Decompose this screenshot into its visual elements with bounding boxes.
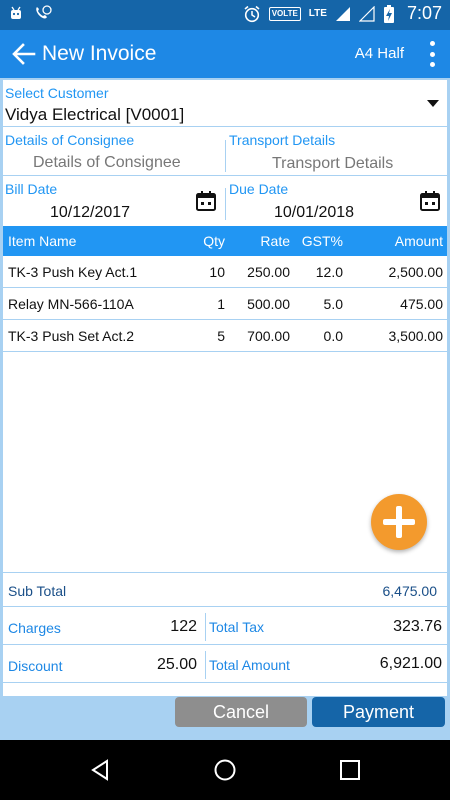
item-amount: 475.00 [400, 296, 443, 312]
total-tax-value: 323.76 [393, 618, 442, 635]
calendar-icon[interactable] [195, 190, 217, 212]
item-name: TK-3 Push Key Act.1 [8, 264, 138, 280]
table-row[interactable]: Relay MN-566-110A 1 500.00 5.0 475.00 [3, 289, 447, 320]
bill-date-value[interactable]: 10/12/2017 [50, 204, 130, 222]
nav-recents-icon[interactable] [338, 758, 362, 782]
transport-input[interactable]: Transport Details [272, 155, 393, 173]
nav-back-icon[interactable] [88, 758, 112, 782]
alarm-icon [244, 5, 260, 22]
item-amount: 3,500.00 [388, 328, 444, 344]
charges-label: Charges [8, 620, 61, 636]
table-row[interactable]: TK-3 Push Set Act.2 5 700.00 0.0 3,500.0… [3, 321, 447, 352]
item-qty: 10 [209, 264, 225, 280]
print-layout-button[interactable]: A4 Half [355, 45, 404, 62]
consignee-label: Details of Consignee [5, 132, 135, 148]
subtotal-label: Sub Total [8, 583, 67, 599]
discount-label: Discount [8, 658, 63, 674]
item-amount: 2,500.00 [388, 264, 444, 280]
invoice-form: Select Customer Vidya Electrical [V0001]… [3, 80, 447, 696]
item-qty: 1 [217, 296, 225, 312]
customer-label: Select Customer [5, 85, 109, 101]
consignee-input[interactable]: Details of Consignee [33, 154, 181, 172]
col-qty: Qty [203, 233, 225, 249]
network-type: LTE [308, 7, 327, 19]
total-amount-label: Total Amount [209, 657, 290, 673]
subtotal-value: 6,475.00 [382, 583, 438, 599]
col-item-name: Item Name [8, 233, 77, 249]
nav-home-icon[interactable] [213, 758, 237, 782]
discount-input[interactable]: 25.00 [157, 656, 197, 674]
item-rate: 500.00 [247, 296, 290, 312]
item-rate: 250.00 [247, 264, 290, 280]
table-row[interactable]: TK-3 Push Key Act.1 10 250.00 12.0 2,500… [3, 257, 447, 288]
total-tax-label: Total Tax [209, 619, 264, 635]
items-table-header: Item Name Qty Rate GST% Amount [3, 226, 447, 256]
customer-select[interactable]: Vidya Electrical [V0001] [5, 105, 184, 125]
total-amount-value: 6,921.00 [379, 655, 442, 672]
status-time: 7:07 [406, 3, 442, 23]
overflow-menu-icon[interactable] [428, 41, 436, 67]
bill-date-label: Bill Date [5, 181, 58, 197]
due-date-label: Due Date [229, 181, 289, 197]
chevron-down-icon[interactable] [427, 100, 439, 107]
status-bar: VOLTE LTE 7:07 [0, 0, 450, 30]
payment-button[interactable]: Payment [312, 697, 445, 727]
item-gst: 0.0 [323, 328, 343, 344]
volte-badge: VOLTE [268, 6, 301, 21]
charges-input[interactable]: 122 [170, 618, 197, 636]
col-gst: GST% [301, 233, 343, 249]
call-chat-icon [36, 5, 52, 19]
col-rate: Rate [260, 233, 290, 249]
android-debug-icon [11, 6, 21, 19]
item-name: TK-3 Push Set Act.2 [8, 328, 135, 344]
due-date-value[interactable]: 10/01/2018 [274, 204, 354, 222]
signal-empty-icon [358, 5, 375, 22]
transport-label: Transport Details [229, 132, 336, 148]
content-area: Select Customer Vidya Electrical [V0001]… [0, 78, 450, 740]
battery-icon [383, 4, 394, 23]
app-bar: New Invoice A4 Half [0, 30, 450, 78]
item-gst: 12.0 [315, 264, 343, 280]
item-gst: 5.0 [323, 296, 343, 312]
system-nav-bar [0, 740, 450, 800]
col-amount: Amount [394, 233, 443, 249]
cancel-button[interactable]: Cancel [175, 697, 307, 727]
add-item-button[interactable] [371, 494, 427, 550]
back-arrow-icon[interactable] [10, 40, 38, 68]
calendar-icon[interactable] [419, 190, 441, 212]
item-qty: 5 [217, 328, 225, 344]
item-name: Relay MN-566-110A [8, 296, 134, 312]
item-rate: 700.00 [247, 328, 290, 344]
page-title: New Invoice [42, 42, 157, 65]
signal-icon [335, 6, 350, 21]
